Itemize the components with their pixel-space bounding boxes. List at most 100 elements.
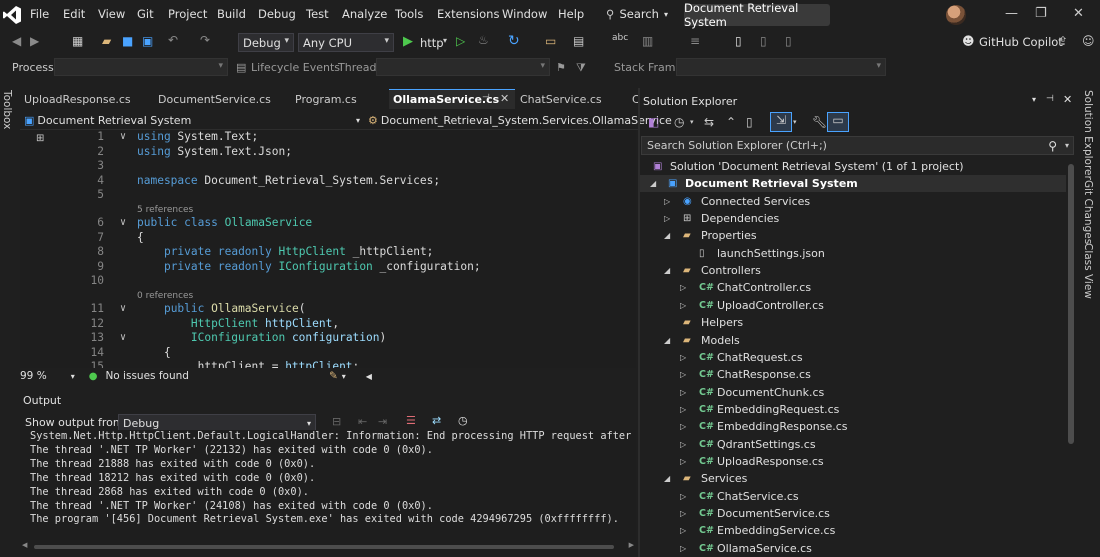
start-without-debugging-icon[interactable]: ▷ xyxy=(456,34,465,48)
search-box[interactable]: ⚲ Search ▾ xyxy=(606,4,676,24)
scrollbar-thumb[interactable] xyxy=(1068,164,1074,444)
bookmark-icon[interactable]: ▯ xyxy=(735,34,742,48)
scroll-left-icon[interactable]: ◀ xyxy=(366,372,372,381)
next-message-icon[interactable]: ⇥ xyxy=(378,415,387,428)
bookmark-prev-icon[interactable]: ▯ xyxy=(760,34,767,48)
tree-item[interactable]: ▷ C# EmbeddingRequest.cs xyxy=(640,401,1066,418)
side-tab-class-view[interactable]: Class View xyxy=(1082,243,1094,299)
menu-analyze[interactable]: Analyze xyxy=(342,7,387,21)
restore-icon[interactable]: ❐ xyxy=(1035,6,1047,21)
menu-extensions[interactable]: Extensions xyxy=(437,7,499,21)
chevron-down-icon[interactable]: ▾ xyxy=(690,118,694,126)
pin-icon[interactable]: ⊣ xyxy=(482,93,490,103)
tree-item[interactable]: ▷ C# EmbeddingResponse.cs xyxy=(640,418,1066,435)
chevron-down-icon[interactable]: ▾ xyxy=(793,118,797,126)
redo-icon[interactable]: ↷ xyxy=(200,33,210,47)
expand-icon[interactable]: ▷ xyxy=(680,283,686,292)
solution-tree-scrollbar[interactable] xyxy=(1067,158,1075,557)
issues-status[interactable]: No issues found xyxy=(105,370,189,382)
tree-item[interactable]: ▷ C# DocumentService.cs xyxy=(640,505,1066,522)
avatar[interactable] xyxy=(946,5,966,25)
preview-icon[interactable]: ▭ xyxy=(827,112,849,132)
solution-title[interactable]: Document Retrieval System xyxy=(684,1,830,29)
browser-link-icon[interactable]: ▭ xyxy=(545,34,556,48)
collapse-icon[interactable]: ◢ xyxy=(664,474,670,483)
feedback-icon[interactable]: ☺ xyxy=(1082,34,1095,48)
type-combo[interactable]: ⚙ Document_Retrieval_System.Services.Oll… xyxy=(368,112,672,128)
tree-item[interactable]: ▷ C# OllamaService.cs xyxy=(640,540,1066,557)
tree-item[interactable]: ▷ C# ChatRequest.cs xyxy=(640,349,1066,366)
layout-icon[interactable]: ▤ xyxy=(573,34,584,48)
back-icon[interactable]: ◀ xyxy=(12,34,21,48)
expand-icon[interactable]: ▷ xyxy=(680,301,686,310)
show-all-files-icon[interactable]: ▯ xyxy=(746,115,753,129)
zoom-level[interactable]: 99 % xyxy=(20,370,47,382)
menu-file[interactable]: File xyxy=(30,7,49,21)
close-icon[interactable]: ✕ xyxy=(1073,6,1084,21)
collapse-icon[interactable]: ◢ xyxy=(664,266,670,275)
tree-item[interactable]: ▷ C# UploadResponse.cs xyxy=(640,453,1066,470)
menu-help[interactable]: Help xyxy=(558,7,584,21)
codelens-references[interactable]: 0 references xyxy=(137,291,193,301)
project-combo[interactable]: ▣ Document Retrieval System ▾ xyxy=(24,112,364,128)
expand-icon[interactable]: ▷ xyxy=(680,370,686,379)
lifecycle-icon[interactable]: ▤ xyxy=(236,61,246,74)
tree-item[interactable]: ▷ C# ChatController.cs xyxy=(640,279,1066,296)
codelens-references[interactable]: 5 references xyxy=(137,205,193,215)
collapse-icon[interactable]: ◢ xyxy=(664,336,670,345)
expand-icon[interactable]: ▷ xyxy=(680,422,686,431)
flag-icon[interactable]: ⚑ xyxy=(556,61,566,74)
collapse-icon[interactable]: ◢ xyxy=(650,179,656,188)
timestamp-icon[interactable]: ◷ xyxy=(458,414,468,427)
expand-icon[interactable]: ▷ xyxy=(680,388,686,397)
expand-icon[interactable]: ▷ xyxy=(680,457,686,466)
tree-item[interactable]: ▷ ◉ Connected Services xyxy=(640,193,1066,210)
menu-view[interactable]: View xyxy=(98,7,125,21)
tree-item[interactable]: ▷ C# DocumentChunk.cs xyxy=(640,384,1066,401)
expand-icon[interactable]: ▷ xyxy=(680,509,686,518)
sync-icon[interactable]: ⇆ xyxy=(704,115,714,129)
collapse-icon[interactable]: ◢ xyxy=(664,231,670,240)
side-tab-solution-explorer[interactable]: Solution Explorer xyxy=(1082,90,1094,180)
code-editor[interactable]: ⊞ 1 ∨ using System.Text; 2 using System.Text… xyxy=(20,130,636,368)
new-project-icon[interactable]: ▦ xyxy=(72,34,83,48)
pin-icon[interactable]: ⊣ xyxy=(1046,94,1054,104)
tree-item[interactable]: ▷ C# QdrantSettings.cs xyxy=(640,436,1066,453)
run-target[interactable]: http xyxy=(420,36,444,50)
chevron-down-icon[interactable]: ▾ xyxy=(1032,95,1036,104)
history-icon[interactable]: ◷ xyxy=(674,115,684,129)
output-text[interactable]: System.Net.Http.HttpClient.Default.Logic… xyxy=(20,430,636,540)
tab-ollamaservice-cs[interactable]: OllamaService.cs xyxy=(389,89,515,109)
undo-icon[interactable]: ↶ xyxy=(168,33,178,47)
menu-test[interactable]: Test xyxy=(306,7,329,21)
refresh-icon[interactable]: ↻ xyxy=(508,33,520,49)
collapse-all-icon[interactable]: ⌃ xyxy=(726,115,736,129)
menu-build[interactable]: Build xyxy=(217,7,246,21)
tree-item[interactable]: ◢ ▣ Document Retrieval System xyxy=(640,175,1066,193)
configuration-combo[interactable]: Debug ▾ xyxy=(238,33,294,52)
menu-git[interactable]: Git xyxy=(137,7,154,21)
tree-item[interactable]: ▷ C# ChatResponse.cs xyxy=(640,366,1066,383)
platform-combo[interactable]: Any CPU ▾ xyxy=(298,33,394,52)
tree-item[interactable]: ◢ ▰ Controllers xyxy=(640,262,1066,279)
chevron-down-icon[interactable]: ▾ xyxy=(342,372,346,381)
tree-item[interactable]: ▯ launchSettings.json xyxy=(640,245,1066,262)
toolbox-tab[interactable]: Toolbox xyxy=(1,90,13,129)
tree-item[interactable]: ◢ ▰ Services xyxy=(640,470,1066,487)
hot-reload-icon[interactable]: ♨ xyxy=(478,33,489,47)
brush-icon[interactable]: ✎ xyxy=(329,370,338,382)
expand-icon[interactable]: ▷ xyxy=(680,405,686,414)
chevron-down-icon[interactable]: ▾ xyxy=(443,36,447,45)
spell-check-icon[interactable]: abc xyxy=(612,33,628,43)
save-icon[interactable]: ■ xyxy=(122,34,133,48)
active-document-icon[interactable]: ⇲ xyxy=(770,112,792,132)
expand-icon[interactable]: ▷ xyxy=(680,440,686,449)
scroll-right-icon[interactable]: ▶ xyxy=(629,541,634,549)
share-icon[interactable]: ⇪ xyxy=(1058,34,1068,48)
tree-item[interactable]: ◢ ▰ Properties xyxy=(640,227,1066,244)
properties-icon[interactable]: 🔧︎ xyxy=(812,115,827,129)
tree-item[interactable]: ◢ ▰ Models xyxy=(640,332,1066,349)
tab-program-cs[interactable]: Program.cs xyxy=(291,89,386,109)
open-icon[interactable]: ▰ xyxy=(102,34,111,48)
filter-icon[interactable]: ⧩ xyxy=(576,61,586,75)
